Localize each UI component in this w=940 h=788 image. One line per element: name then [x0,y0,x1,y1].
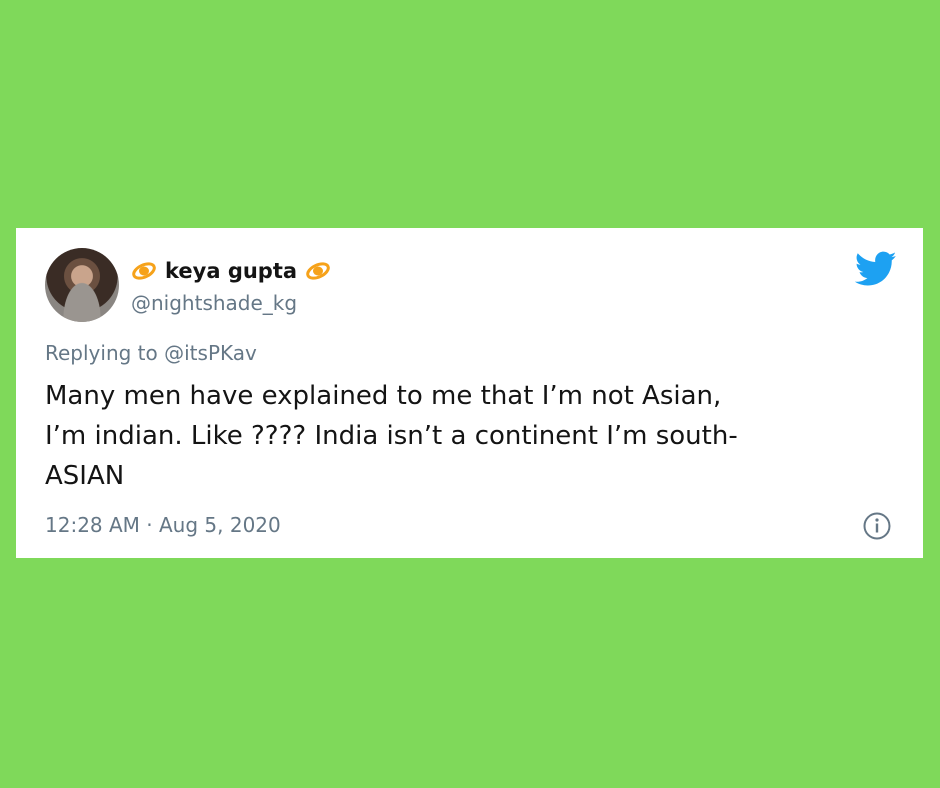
display-name-row[interactable]: keya gupta [131,256,331,286]
tweet-text: Many men have explained to me that I’m n… [45,381,738,491]
display-name: keya gupta [165,259,298,283]
replying-mention-link[interactable]: @itsPKav [164,341,257,365]
replying-to: Replying to @itsPKav [45,340,257,366]
user-handle[interactable]: @nightshade_kg [131,290,297,316]
avatar[interactable] [45,248,119,322]
tweet-timestamp[interactable]: 12:28 AM · Aug 5, 2020 [45,511,281,539]
twitter-bird-icon[interactable] [855,251,897,287]
ringed-planet-icon [306,262,330,280]
info-icon[interactable] [862,511,892,541]
tweet-card: keya gupta @nightshade_kg Replying to @i… [16,228,923,558]
avatar-image [45,248,119,322]
ringed-planet-icon [132,262,156,280]
replying-prefix: Replying to [45,341,165,365]
